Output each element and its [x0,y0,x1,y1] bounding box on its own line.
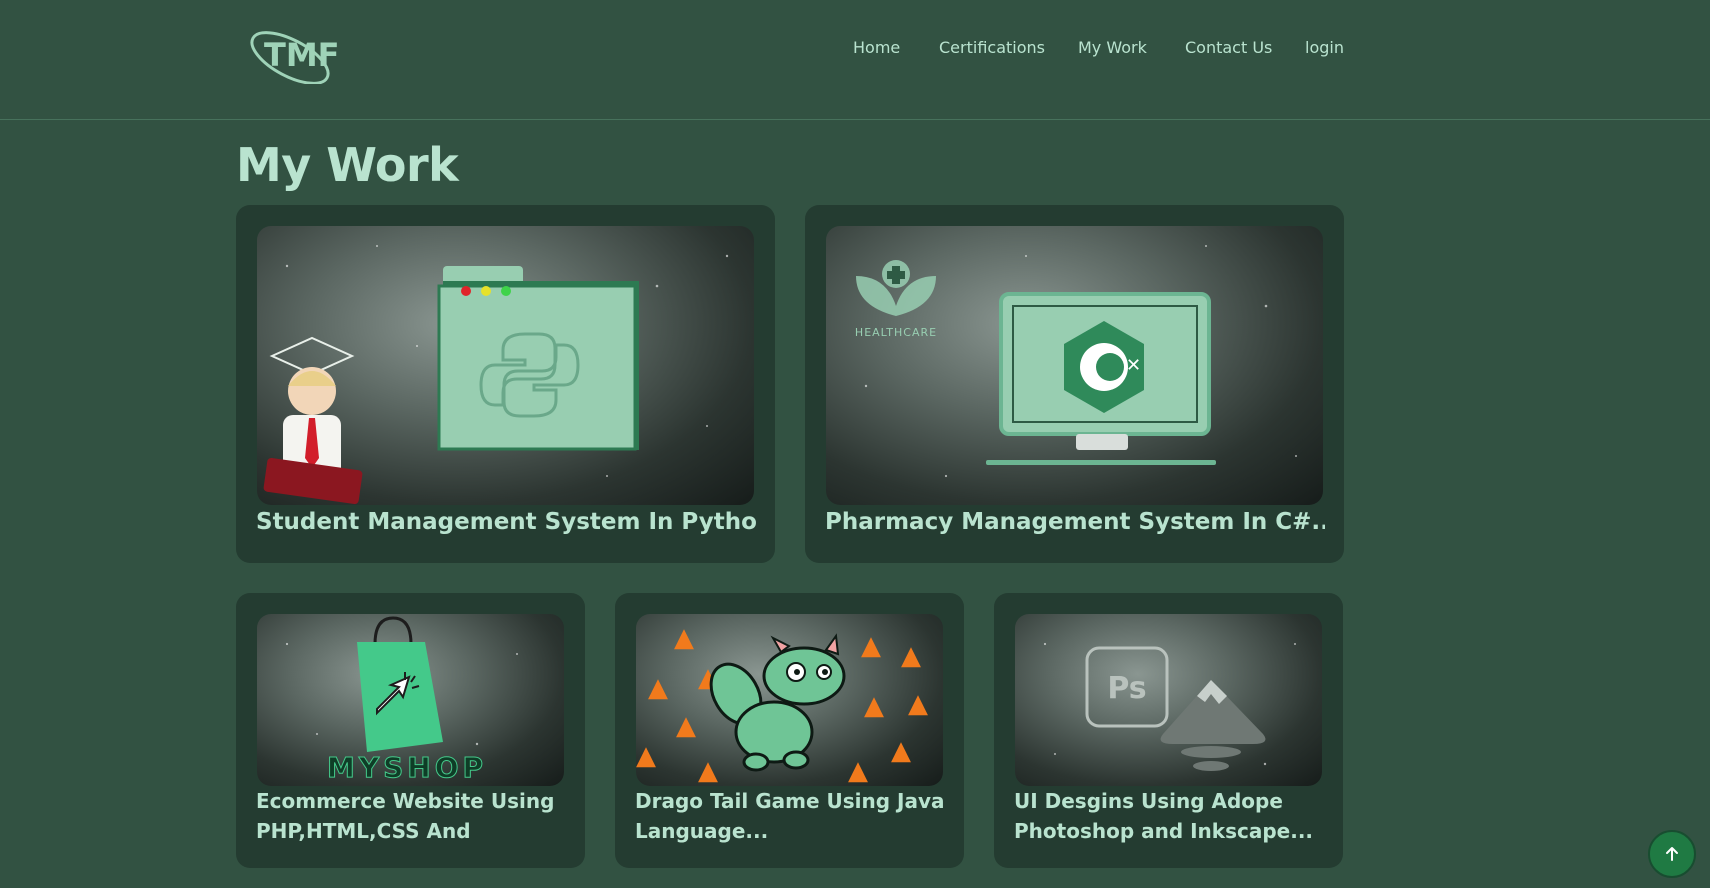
project-card-student-management[interactable]: Student Management System In Python.. [236,205,775,563]
project-thumbnail[interactable]: ▲ ▲ ▲ ▲ ▲ ▲ ▲ ▲ ▲ ▲ ▲ ▲ [636,614,943,786]
nav-login[interactable]: login [1305,38,1344,57]
arrow-up-icon [1666,847,1678,861]
nav-certifications[interactable]: Certifications [939,38,1045,57]
page-title: My Work [236,138,459,192]
project-title: Drago Tail Game Using Java Language... [635,789,945,843]
project-title: Student Management System In Python.. [256,509,756,535]
svg-text:▲: ▲ [676,711,696,741]
csharp-monitor-illustration: HEALTHCARE ✕ [855,245,1297,478]
dragon-illustration: ▲▲ ▲ ▲▲ ▲ ▲ ▲▲ ▲▲▲ [636,623,928,786]
project-thumbnail[interactable]: HEALTHCARE ✕ [826,226,1323,505]
photoshop-label: Ps [1107,671,1146,706]
svg-text:▲: ▲ [891,736,911,766]
healthcare-badge: HEALTHCARE [855,260,937,339]
svg-text:▲: ▲ [698,756,718,786]
python-folder-illustration [263,245,729,504]
healthcare-label: HEALTHCARE [855,326,937,339]
svg-text:✕: ✕ [1126,355,1141,376]
main-nav: Home Certifications My Work Contact Us l… [0,38,1710,64]
project-card-ui-designs[interactable]: Ps UI Desgins Using Adope Photoshop and … [994,593,1343,868]
project-card-ecommerce[interactable]: MYSHOP Ecommerce Website Using PHP,HTML,… [236,593,585,868]
scroll-to-top-button[interactable] [1648,830,1696,878]
project-card-pharmacy-management[interactable]: HEALTHCARE ✕ Pharmacy Management System … [805,205,1344,563]
svg-text:▲: ▲ [848,756,868,786]
project-title: UI Desgins Using Adope Photoshop and Ink… [1014,789,1314,843]
project-title: Pharmacy Management System In C#... [825,509,1325,535]
svg-text:▲: ▲ [864,691,884,721]
svg-text:▲: ▲ [636,741,656,771]
project-card-drago-tail-game[interactable]: ▲ ▲ ▲ ▲ ▲ ▲ ▲ ▲ ▲ ▲ ▲ ▲ Drago Tail Game Using Ja… [615,593,964,868]
svg-text:▲: ▲ [901,641,921,671]
svg-text:▲: ▲ [908,689,928,719]
nav-contact-us[interactable]: Contact Us [1185,38,1272,57]
project-title: Ecommerce Website Using PHP,HTML,CSS And… [256,789,555,843]
svg-text:▲: ▲ [861,631,881,661]
site-header: TMF Home Certifications My Work Contact … [0,0,1710,120]
svg-text:▲: ▲ [648,673,668,703]
photoshop-inkscape-illustration: Ps [1043,642,1296,771]
project-thumbnail[interactable] [257,226,754,505]
project-thumbnail[interactable]: Ps [1015,614,1322,786]
nav-my-work[interactable]: My Work [1078,38,1147,57]
myshop-label: MYSHOP [327,751,487,784]
project-thumbnail[interactable]: MYSHOP [257,614,564,786]
nav-home[interactable]: Home [853,38,900,57]
svg-text:▲: ▲ [674,623,694,653]
shopping-bag-illustration: MYSHOP [285,616,518,785]
